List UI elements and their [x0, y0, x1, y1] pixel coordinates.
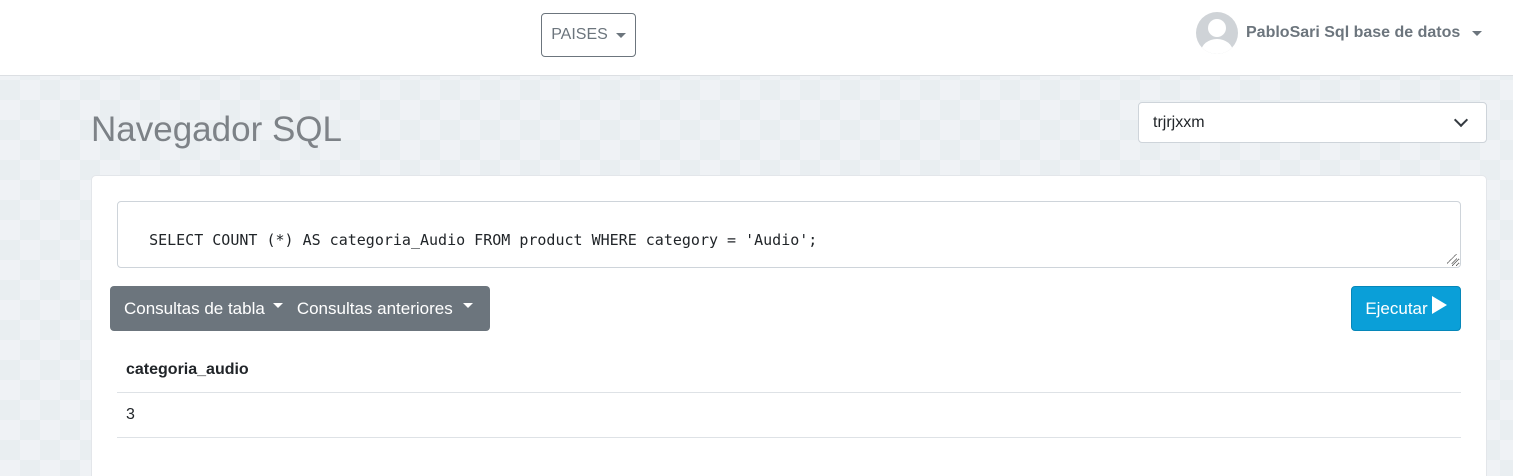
user-menu[interactable]: PabloSari Sql base de datos: [1196, 12, 1483, 54]
resize-grip-icon[interactable]: [1447, 254, 1457, 264]
caret-down-icon: [462, 303, 473, 308]
table-cell: 3: [117, 392, 1461, 438]
play-icon: [1431, 295, 1447, 314]
run-query-label: Ejecutar: [1365, 298, 1428, 318]
table-queries-dropdown[interactable]: Consultas de tabla: [124, 299, 283, 319]
user-menu-label: PabloSari Sql base de datos: [1246, 24, 1461, 41]
query-options-button-group: Consultas de tabla Consultas anteriores: [110, 286, 490, 331]
column-header: categoria_audio: [117, 348, 1461, 393]
table-row: 3: [117, 392, 1461, 438]
sql-query-text: SELECT COUNT (*) AS categoria_Audio FROM…: [149, 231, 818, 249]
previous-queries-label: Consultas anteriores: [296, 298, 453, 318]
paises-dropdown-button[interactable]: PAISES: [541, 13, 636, 57]
avatar: [1196, 12, 1238, 54]
run-query-button[interactable]: Ejecutar: [1351, 286, 1461, 331]
table-header-row: categoria_audio: [117, 348, 1461, 393]
top-navbar: PAISES PabloSari Sql base de datos: [0, 0, 1513, 76]
page-title: Navegador SQL: [91, 110, 342, 149]
caret-down-icon: [272, 303, 283, 308]
table-queries-label: Consultas de tabla: [124, 298, 265, 318]
database-select-value: trjrjxxm: [1153, 113, 1205, 131]
results-table: categoria_audio 3: [117, 348, 1461, 438]
paises-label: PAISES: [551, 26, 608, 43]
caret-down-icon: [1472, 30, 1483, 36]
caret-down-icon: [615, 32, 626, 38]
sql-query-textarea[interactable]: SELECT COUNT (*) AS categoria_Audio FROM…: [117, 201, 1461, 268]
previous-queries-dropdown[interactable]: Consultas anteriores: [297, 299, 473, 319]
chevron-down-icon: [1453, 112, 1469, 128]
database-select[interactable]: trjrjxxm: [1138, 102, 1487, 143]
